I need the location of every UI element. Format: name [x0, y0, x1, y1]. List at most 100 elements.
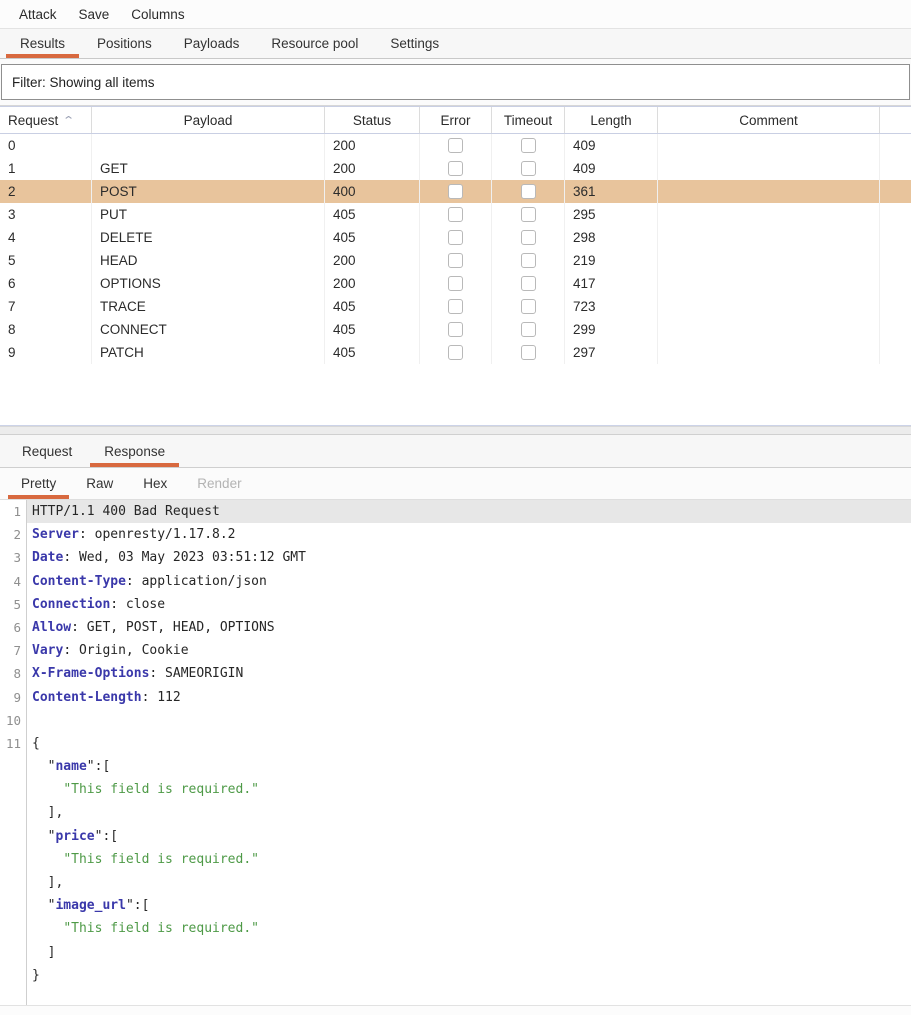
- tab-response[interactable]: Response: [88, 435, 181, 467]
- error-checkbox[interactable]: [448, 138, 463, 153]
- tab-pretty[interactable]: Pretty: [6, 468, 71, 499]
- table-row[interactable]: 7 TRACE 405 723: [0, 295, 911, 318]
- tab-results[interactable]: Results: [4, 29, 81, 58]
- code-line: 2 Server: openresty/1.17.8.2: [0, 523, 911, 546]
- error-checkbox[interactable]: [448, 299, 463, 314]
- cell-error: [420, 318, 492, 341]
- code-line-text: "name":[: [27, 755, 911, 778]
- menu-save[interactable]: Save: [68, 3, 121, 26]
- column-header-timeout[interactable]: Timeout: [492, 107, 565, 133]
- tab-positions[interactable]: Positions: [81, 29, 168, 58]
- cell-error: [420, 203, 492, 226]
- tab-hex[interactable]: Hex: [128, 468, 182, 499]
- table-row[interactable]: 2 POST 400 361: [0, 180, 911, 203]
- cell-filler: [880, 180, 911, 203]
- column-header-comment[interactable]: Comment: [658, 107, 880, 133]
- tab-payloads[interactable]: Payloads: [168, 29, 256, 58]
- code-line-text: "This field is required.": [27, 848, 911, 871]
- line-number: [0, 801, 27, 824]
- timeout-checkbox[interactable]: [521, 230, 536, 245]
- timeout-checkbox[interactable]: [521, 322, 536, 337]
- table-row[interactable]: 1 GET 200 409: [0, 157, 911, 180]
- results-table-header: Request ⌃ Payload Status Error Timeout L…: [0, 106, 911, 134]
- cell-error: [420, 249, 492, 272]
- code-line-text: ],: [27, 801, 911, 824]
- code-line-text: Content-Type: application/json: [27, 570, 911, 593]
- code-line-text: Server: openresty/1.17.8.2: [27, 523, 911, 546]
- line-number: [0, 848, 27, 871]
- tab-raw[interactable]: Raw: [71, 468, 128, 499]
- cell-timeout: [492, 249, 565, 272]
- column-header-payload[interactable]: Payload: [92, 107, 325, 133]
- timeout-checkbox[interactable]: [521, 276, 536, 291]
- code-line: ]: [0, 941, 911, 964]
- code-line-text: Allow: GET, POST, HEAD, OPTIONS: [27, 616, 911, 639]
- cell-error: [420, 272, 492, 295]
- table-row[interactable]: 5 HEAD 200 219: [0, 249, 911, 272]
- cell-comment: [658, 249, 880, 272]
- timeout-checkbox[interactable]: [521, 161, 536, 176]
- response-editor[interactable]: 1 HTTP/1.1 400 Bad Request 2 Server: ope…: [0, 500, 911, 987]
- tab-render[interactable]: Render: [182, 468, 256, 499]
- menu-columns[interactable]: Columns: [120, 3, 195, 26]
- line-number: 4: [0, 570, 27, 593]
- error-checkbox[interactable]: [448, 161, 463, 176]
- cell-request: 2: [0, 180, 92, 203]
- timeout-checkbox[interactable]: [521, 138, 536, 153]
- error-checkbox[interactable]: [448, 230, 463, 245]
- tab-request[interactable]: Request: [6, 435, 88, 467]
- cell-request: 8: [0, 318, 92, 341]
- cell-length: 219: [565, 249, 658, 272]
- error-checkbox[interactable]: [448, 184, 463, 199]
- timeout-checkbox[interactable]: [521, 207, 536, 222]
- table-row[interactable]: 8 CONNECT 405 299: [0, 318, 911, 341]
- cell-payload: POST: [92, 180, 325, 203]
- bottom-strip: [0, 1005, 911, 1015]
- code-line: "image_url":[: [0, 894, 911, 917]
- timeout-checkbox[interactable]: [521, 253, 536, 268]
- table-row[interactable]: 4 DELETE 405 298: [0, 226, 911, 249]
- cell-length: 298: [565, 226, 658, 249]
- column-header-request[interactable]: Request ⌃: [0, 107, 92, 133]
- table-row[interactable]: 0 200 409: [0, 134, 911, 157]
- error-checkbox[interactable]: [448, 207, 463, 222]
- timeout-checkbox[interactable]: [521, 345, 536, 360]
- column-header-status[interactable]: Status: [325, 107, 420, 133]
- cell-length: 299: [565, 318, 658, 341]
- timeout-checkbox[interactable]: [521, 299, 536, 314]
- cell-length: 409: [565, 134, 658, 157]
- gutter-tail: [0, 987, 27, 1005]
- error-checkbox[interactable]: [448, 322, 463, 337]
- filter-bar-container: Filter: Showing all items: [0, 59, 911, 106]
- line-number: [0, 778, 27, 801]
- code-line-text: "image_url":[: [27, 894, 911, 917]
- tab-settings[interactable]: Settings: [374, 29, 455, 58]
- table-row[interactable]: 6 OPTIONS 200 417: [0, 272, 911, 295]
- line-number: 2: [0, 523, 27, 546]
- cell-request: 4: [0, 226, 92, 249]
- cell-length: 361: [565, 180, 658, 203]
- code-line: "name":[: [0, 755, 911, 778]
- error-checkbox[interactable]: [448, 276, 463, 291]
- tab-resource-pool[interactable]: Resource pool: [255, 29, 374, 58]
- cell-status: 200: [325, 249, 420, 272]
- cell-timeout: [492, 318, 565, 341]
- table-row[interactable]: 3 PUT 405 295: [0, 203, 911, 226]
- pane-splitter[interactable]: [0, 426, 911, 435]
- timeout-checkbox[interactable]: [521, 184, 536, 199]
- cell-payload: HEAD: [92, 249, 325, 272]
- column-header-length[interactable]: Length: [565, 107, 658, 133]
- column-header-error[interactable]: Error: [420, 107, 492, 133]
- cell-filler: [880, 134, 911, 157]
- code-line-text: Connection: close: [27, 593, 911, 616]
- table-row[interactable]: 9 PATCH 405 297: [0, 341, 911, 364]
- filter-bar[interactable]: Filter: Showing all items: [1, 64, 910, 100]
- code-line: }: [0, 964, 911, 987]
- error-checkbox[interactable]: [448, 345, 463, 360]
- cell-comment: [658, 226, 880, 249]
- cell-filler: [880, 341, 911, 364]
- error-checkbox[interactable]: [448, 253, 463, 268]
- code-line-text: Content-Length: 112: [27, 686, 911, 709]
- menu-attack[interactable]: Attack: [8, 3, 68, 26]
- results-table: Request ⌃ Payload Status Error Timeout L…: [0, 106, 911, 426]
